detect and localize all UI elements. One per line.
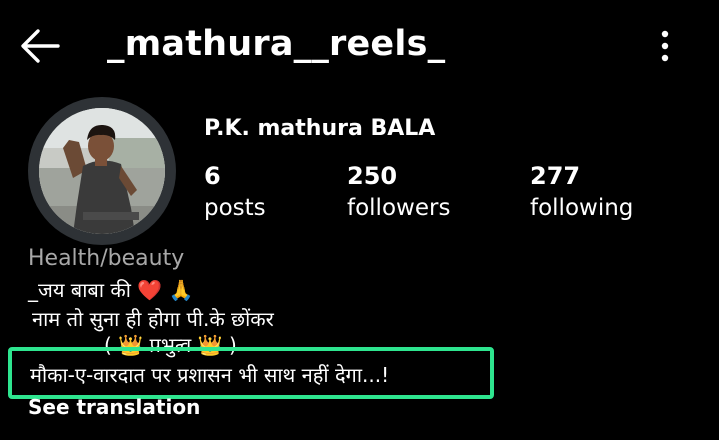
avatar[interactable] [39, 108, 165, 234]
following-label: following [530, 195, 634, 221]
bio-line-1: _जय बाबा की ❤️ 🙏 [28, 275, 193, 305]
posts-stat[interactable]: 6 posts [204, 160, 266, 224]
bio-line-1-text: _जय बाबा की [28, 278, 131, 302]
top-bar: _mathura__reels_ [0, 0, 719, 90]
profile-username: _mathura__reels_ [107, 24, 446, 64]
following-count: 277 [530, 162, 581, 190]
profile-photo [39, 108, 165, 234]
followers-stat[interactable]: 250 followers [347, 160, 450, 224]
see-translation-link[interactable]: See translation [28, 393, 200, 421]
followers-count: 250 [347, 162, 398, 190]
folded-hands-icon: 🙏 [168, 278, 194, 302]
heart-icon: ❤️ [137, 278, 163, 302]
highlight-box [8, 347, 494, 399]
following-stat[interactable]: 277 following [530, 160, 633, 224]
posts-label: posts [204, 195, 266, 221]
posts-count: 6 [204, 162, 221, 190]
back-button[interactable] [18, 26, 62, 66]
more-vertical-icon [661, 30, 669, 62]
more-options-button[interactable] [652, 28, 678, 64]
followers-label: followers [347, 195, 451, 221]
profile-category: Health/beauty [28, 246, 185, 271]
arrow-left-icon [21, 29, 60, 63]
display-name: P.K. mathura BALA [204, 116, 436, 141]
